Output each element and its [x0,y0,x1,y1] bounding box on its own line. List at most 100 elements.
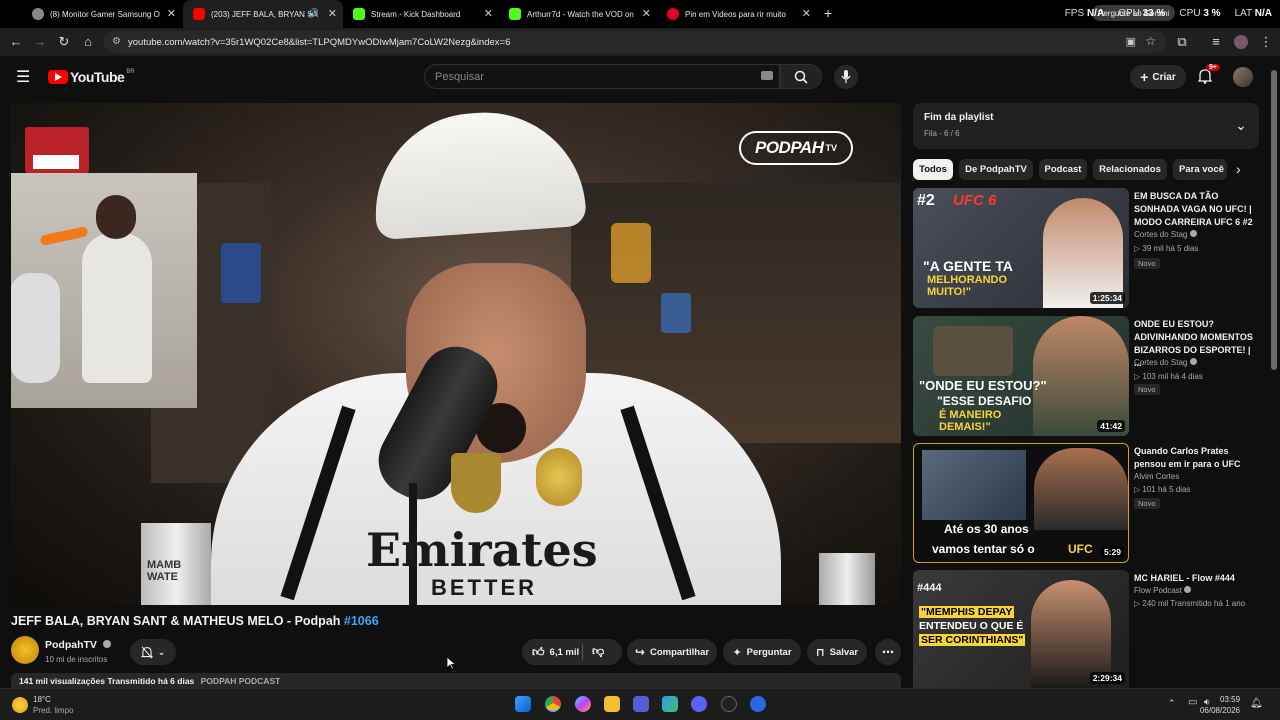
browser-tab[interactable]: Arthurr7d - Watch the VOD on ✕ [499,0,657,28]
youtube-logo[interactable]: YouTube BR [48,69,135,85]
copilot-icon[interactable] [575,696,591,712]
home-icon[interactable]: ⌂ [80,34,96,50]
scrollbar-thumb[interactable] [1271,70,1277,370]
close-tab-icon[interactable]: ✕ [167,7,176,20]
save-button[interactable]: ⊓ Salvar [807,639,867,665]
video-thumbnail[interactable]: Até os 30 anos vamos tentar só o UFC 5:2… [913,443,1129,563]
back-icon[interactable]: ← [8,34,24,50]
channel-name[interactable]: Flow Podcast [1134,586,1192,595]
search-button[interactable] [780,64,822,89]
speaker-icon[interactable]: 🔊 [308,8,319,19]
cast-icon[interactable]: ▣ [1126,35,1136,48]
video-thumbnail[interactable]: #444 "MEMPHIS DEPAY ENTENDEU O QUE É SER… [913,570,1129,688]
chip-relacionados[interactable]: Relacionados [1093,159,1167,180]
page-scrollbar[interactable] [1268,56,1280,688]
podpah-watermark: PODPAH TV [739,131,853,165]
channel-name[interactable]: Cortes do Stag [1134,358,1197,367]
close-tab-icon[interactable]: ✕ [328,7,337,20]
discord-icon[interactable] [691,696,707,712]
chip-podcast[interactable]: Podcast [1039,159,1087,180]
ask-button[interactable]: ✦ Perguntar [723,639,801,665]
new-tab-button[interactable]: + [824,5,832,21]
channel-name[interactable]: Alvim Cortes [1134,472,1179,481]
tray-chevron-icon[interactable]: ⌃ [1168,698,1176,709]
channel-name[interactable]: Cortes do Stag [1134,230,1197,239]
notifications-button[interactable]: 9+ [1197,64,1220,89]
tab-label: Stream - Kick Dashboard [371,9,461,19]
video-title[interactable]: Quando Carlos Prates pensou em ir para o… [1134,445,1259,471]
chrome-icon[interactable] [545,696,561,712]
close-tab-icon[interactable]: ✕ [642,7,651,20]
thumbs-up-icon: 👍︎ [532,644,545,659]
voice-search-button[interactable] [834,65,858,89]
channel-avatar[interactable] [11,636,39,664]
playlist-panel[interactable]: Fim da playlist Fila - 6 / 6 ⌄ [913,103,1259,149]
video-meta: ▷ 103 mil há 4 dias [1134,372,1203,381]
windows-start-icon[interactable] [515,696,531,712]
video-title[interactable]: MC HARIEL - Flow #444 [1134,572,1259,585]
description-box[interactable]: 141 mil visualizações Transmitido há 6 d… [11,673,901,688]
recommendation-item[interactable]: Até os 30 anos vamos tentar só o UFC 5:2… [913,443,1263,563]
pip-person [11,273,60,383]
file-explorer-icon[interactable] [604,696,620,712]
temperature: 18°C [33,695,51,704]
channel-name[interactable]: PodpahTV [45,639,111,651]
reload-icon[interactable]: ↻ [56,34,72,50]
browser-menu-icon[interactable]: ⋮ [1258,34,1274,50]
bookmark-star-icon[interactable]: ☆ [1145,34,1156,48]
clock-date[interactable]: 06/08/2026 [1198,706,1240,715]
display-icon[interactable]: ▭ [1188,697,1197,708]
weather-icon[interactable] [12,697,28,713]
video-player[interactable]: PODPAH TV Emirates BETTER MAMB WATE [11,103,901,605]
video-duration: 1:25:34 [1089,292,1125,304]
app-icon[interactable] [721,696,737,712]
chevron-right-icon[interactable]: › [1236,161,1241,177]
more-actions-button[interactable]: ⋯ [875,639,901,665]
ea-icon[interactable] [750,696,766,712]
teams-icon[interactable] [633,696,649,712]
profile-avatar[interactable] [1234,35,1248,49]
chip-todos[interactable]: Todos [913,159,953,180]
address-bar[interactable]: ⚙ youtube.com/watch?v=35r1WQ02Ce8&list=T… [104,31,1166,53]
video-meta: ▷ 101 há 5 dias [1134,485,1191,494]
keyboard-icon[interactable] [761,71,773,80]
chip-para-voce[interactable]: Para você [1173,159,1227,180]
recommendation-item[interactable]: #2 UFC 6 "A GENTE TA MELHORANDO MUITO!" … [913,188,1263,308]
dislike-button[interactable]: 👎︎ [592,644,604,659]
account-avatar[interactable] [1233,67,1253,87]
chip-de-podpahtv[interactable]: De PodpahTV [959,159,1033,180]
store-icon[interactable] [662,696,678,712]
media-control-icon[interactable]: ≡ [1208,34,1224,50]
browser-tab-strip: (8) Monitor Gamer Samsung O ✕ (203) JEFF… [0,0,1280,28]
jersey-sponsor-text: Emirates [366,523,598,577]
subscribed-notify-button[interactable]: ⌄ [130,639,176,665]
site-info-icon[interactable]: ⚙ [112,36,121,47]
browser-tab[interactable]: Stream - Kick Dashboard ✕ [343,0,499,28]
share-button[interactable]: ↪ Compartilhar [627,639,717,665]
verified-icon [1189,358,1197,365]
sponsor-logo [25,127,89,173]
close-tab-icon[interactable]: ✕ [484,7,493,20]
hamburger-menu-icon[interactable]: ☰ [16,67,30,87]
create-button[interactable]: + Criar [1130,65,1186,89]
hashtag-link[interactable]: #1066 [344,614,379,628]
like-dislike-group: 👍︎ 6,1 mil 👎︎ [522,639,622,665]
like-button[interactable]: 👍︎ 6,1 mil [532,645,579,660]
extensions-icon[interactable]: ⧉ [1174,34,1190,50]
browser-tab[interactable]: Pin em Videos para rir muito ✕ [657,0,817,28]
notification-center-icon[interactable]: 🔔︎ [1250,698,1263,709]
kick-favicon-icon [509,8,521,20]
video-thumbnail[interactable]: "ONDE EU ESTOU?" "ESSE DESAFIO É MANEIRO… [913,316,1129,436]
video-thumbnail[interactable]: #2 UFC 6 "A GENTE TA MELHORANDO MUITO!" … [913,188,1129,308]
video-title[interactable]: EM BUSCA DA TÃO SONHADA VAGA NO UFC! | M… [1134,190,1259,229]
browser-tab[interactable]: (8) Monitor Gamer Samsung O ✕ [22,0,182,28]
browser-tab-active[interactable]: (203) JEFF BALA, BRYAN SA 🔊 ✕ [183,0,343,28]
recommendation-item[interactable]: "ONDE EU ESTOU?" "ESSE DESAFIO É MANEIRO… [913,316,1263,436]
recommendation-item[interactable]: #444 "MEMPHIS DEPAY ENTENDEU O QUE É SER… [913,570,1263,688]
video-meta: ▷ 39 mil há 5 dias [1134,244,1199,253]
search-input[interactable]: Pesquisar [424,64,780,89]
chevron-down-icon[interactable]: ⌄ [1235,117,1247,134]
clock-time[interactable]: 03:59 [1220,695,1240,704]
close-tab-icon[interactable]: ✕ [802,7,811,20]
forward-icon[interactable]: → [32,34,48,50]
